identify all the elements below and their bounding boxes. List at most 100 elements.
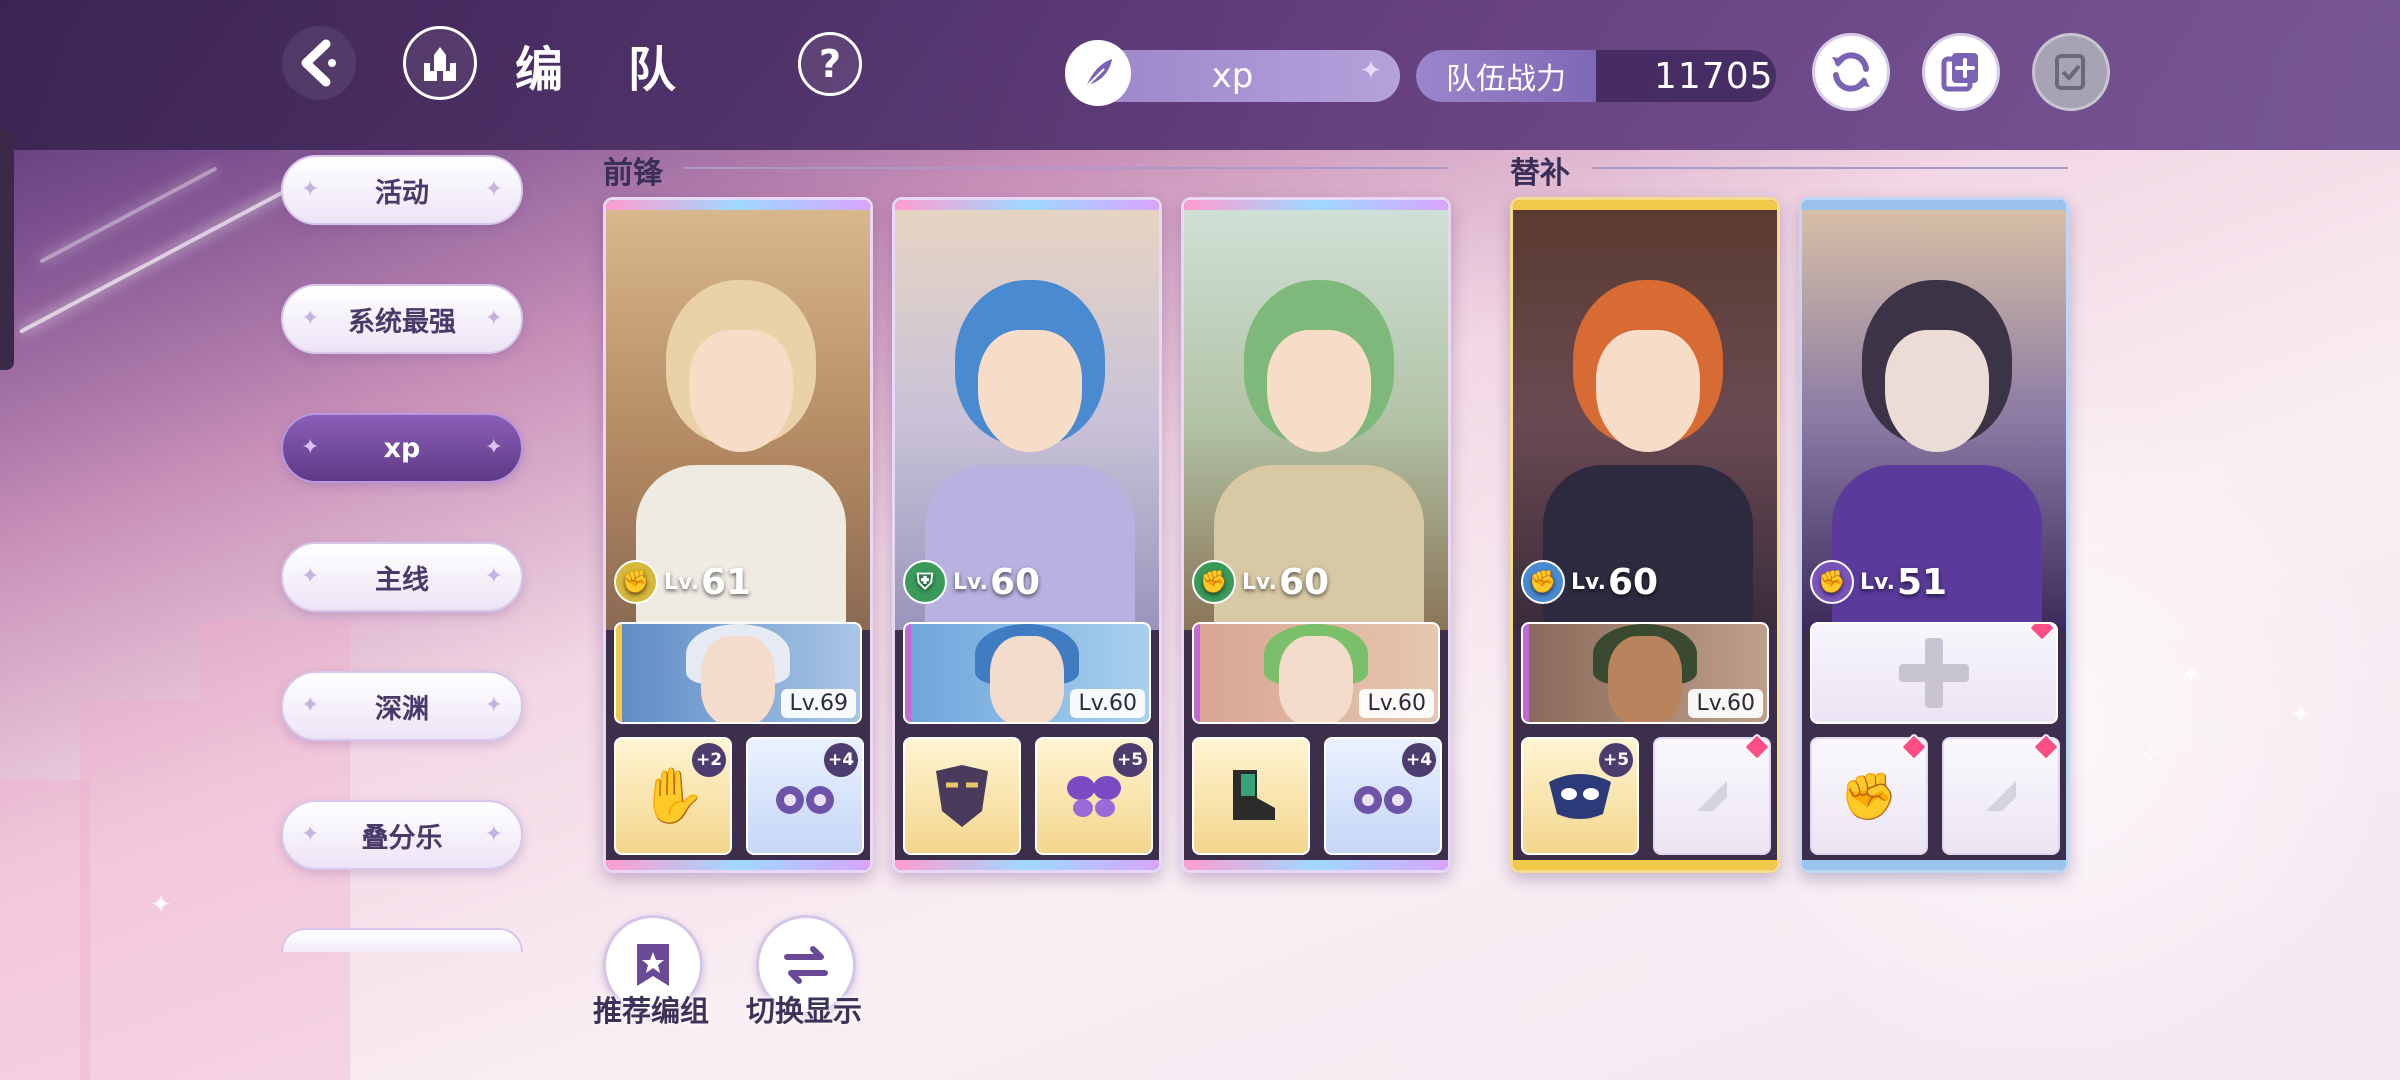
character-card[interactable]: ✊ Lv. 51 ✊ — [1799, 197, 2069, 873]
sparkle-icon: ✦ — [2290, 700, 2312, 730]
rarity-strip — [1513, 200, 1777, 210]
team-power-display: 队伍战力 11705 — [1416, 50, 1776, 102]
castle-silhouette — [80, 700, 200, 1080]
rarity-strip — [1802, 200, 2066, 210]
level-display: ✊ Lv. 60 — [1521, 560, 1658, 604]
preset-tab-activity[interactable]: ✦ 活动 ✦ — [281, 155, 523, 225]
character-card[interactable]: ✊ Lv. 61 Lv.69 ✋ +2 +4 — [603, 197, 873, 873]
equipment-slot-mask[interactable]: +5 — [1521, 737, 1639, 855]
boots-icon — [1233, 770, 1275, 820]
copy-team-button[interactable] — [1922, 33, 2000, 111]
sparkle-icon: ✦ — [1360, 56, 1382, 86]
divider — [683, 167, 1448, 169]
support-character-slot[interactable]: Lv.60 — [1521, 622, 1769, 724]
character-card[interactable]: ✊ Lv. 60 Lv.60 +4 — [1181, 197, 1451, 873]
sparkle-icon: ✦ — [484, 693, 503, 718]
clipboard-check-icon — [2055, 54, 2085, 90]
fist-icon: ✊ — [1521, 560, 1565, 604]
preset-tab-label: 系统最强 — [348, 306, 456, 338]
upgrade-gem-icon — [1742, 732, 1772, 762]
team-power-label: 队伍战力 — [1416, 50, 1596, 102]
fist-placeholder-icon: ✊ — [1840, 768, 1898, 823]
feather-icon — [1085, 59, 1112, 88]
upgrade-gem-icon — [1899, 732, 1929, 762]
mask-icon — [1549, 774, 1611, 819]
plus-icon — [1899, 638, 1969, 708]
sparkle-icon: ✦ — [301, 435, 320, 460]
preset-tab-stack-score[interactable]: ✦ 叠分乐 ✦ — [281, 800, 523, 870]
fist-icon: ✊ — [1192, 560, 1236, 604]
rarity-strip — [1184, 860, 1448, 870]
equipment-slot-earrings[interactable]: +4 — [746, 737, 864, 855]
recommend-team-label: 推荐编组 — [593, 994, 710, 1028]
earring-placeholder-icon — [1986, 781, 2016, 811]
enhance-badge: +4 — [1402, 743, 1436, 777]
equipment-slot-boots[interactable] — [1192, 737, 1310, 855]
fist-icon: ✊ — [614, 560, 658, 604]
equipment-slot-earrings[interactable]: +4 — [1324, 737, 1442, 855]
preset-tab-label: 主线 — [375, 564, 429, 596]
swap-arrows-icon — [784, 946, 828, 984]
equipment-slot-butterfly[interactable]: +5 — [1035, 737, 1153, 855]
preset-tab-abyss[interactable]: ✦ 深渊 ✦ — [281, 671, 523, 741]
sparkle-icon: ✦ — [484, 822, 503, 847]
preset-tab-partial[interactable] — [281, 928, 523, 952]
home-button[interactable] — [403, 26, 477, 100]
preset-tab-strongest[interactable]: ✦ 系统最强 ✦ — [281, 284, 523, 354]
divider — [1592, 167, 2068, 169]
back-button[interactable] — [282, 26, 356, 100]
sparkle-icon: ✦ — [301, 177, 320, 202]
sparkle-icon: ✦ — [301, 822, 320, 847]
enhance-badge: +5 — [1599, 743, 1633, 777]
level-display: ✊ Lv. 60 — [1192, 560, 1329, 604]
support-level: Lv.60 — [1688, 689, 1763, 718]
earrings-icon — [776, 786, 834, 814]
castle-silhouette — [0, 780, 90, 1080]
shield-icon: ⛨ — [903, 560, 947, 604]
enhance-badge: +4 — [824, 743, 858, 777]
refresh-button[interactable] — [1812, 33, 1890, 111]
sparkle-icon: ✦ — [301, 564, 320, 589]
add-support-slot[interactable] — [1810, 622, 2058, 724]
side-drawer-handle[interactable] — [0, 130, 14, 370]
equipment-slot-empty[interactable] — [1942, 732, 2061, 855]
preset-tab-xp[interactable]: ✦ xp ✦ — [281, 413, 523, 483]
rarity-strip — [606, 860, 870, 870]
sparkle-icon: ✦ — [301, 693, 320, 718]
sparkle-icon: ✦ — [484, 306, 503, 331]
character-card[interactable]: ✊ Lv. 60 Lv.60 +5 — [1510, 197, 1780, 873]
enhance-badge: +5 — [1113, 743, 1147, 777]
back-arrow-icon — [301, 39, 336, 87]
confirm-team-button[interactable] — [2032, 33, 2110, 111]
level-display: ✊ Lv. 61 — [614, 560, 751, 604]
upgrade-gem-icon — [2027, 624, 2056, 643]
equipment-slot-empty[interactable]: ✊ — [1810, 732, 1929, 855]
sparkle-icon: ✦ — [2180, 660, 2202, 690]
equipment-slot-mask[interactable] — [903, 737, 1021, 855]
support-level: Lv.60 — [1070, 689, 1145, 718]
level-display: ✊ Lv. 51 — [1810, 560, 1947, 604]
support-character-slot[interactable]: Lv.60 — [903, 622, 1151, 724]
support-character-slot[interactable]: Lv.60 — [1192, 622, 1440, 724]
rarity-strip — [1802, 860, 2066, 870]
preset-tab-label: 叠分乐 — [361, 822, 443, 854]
enhance-badge: +2 — [692, 743, 726, 777]
sparkle-icon: ✦ — [150, 890, 172, 920]
fist-icon: ✊ — [1810, 560, 1854, 604]
light-streak — [19, 175, 313, 334]
sparkle-icon: ✦ — [484, 435, 503, 460]
help-button[interactable]: ? — [798, 32, 862, 96]
butterfly-icon — [1067, 776, 1121, 817]
equipment-slot-gloves[interactable]: ✋ +2 — [614, 737, 732, 855]
gloves-icon: ✋ — [639, 764, 707, 827]
support-character-slot[interactable]: Lv.69 — [614, 622, 862, 724]
page-title: 编 队 — [515, 42, 700, 98]
equipment-slot-empty[interactable] — [1653, 732, 1772, 855]
level-display: ⛨ Lv. 60 — [903, 560, 1040, 604]
rename-team-button[interactable] — [1065, 40, 1131, 106]
character-card[interactable]: ⛨ Lv. 60 Lv.60 +5 — [892, 197, 1162, 873]
preset-tab-main-story[interactable]: ✦ 主线 ✦ — [281, 542, 523, 612]
sparkle-icon: ✦ — [301, 306, 320, 331]
team-name-text: xp — [1211, 56, 1254, 96]
sparkle-icon: ✦ — [484, 564, 503, 589]
